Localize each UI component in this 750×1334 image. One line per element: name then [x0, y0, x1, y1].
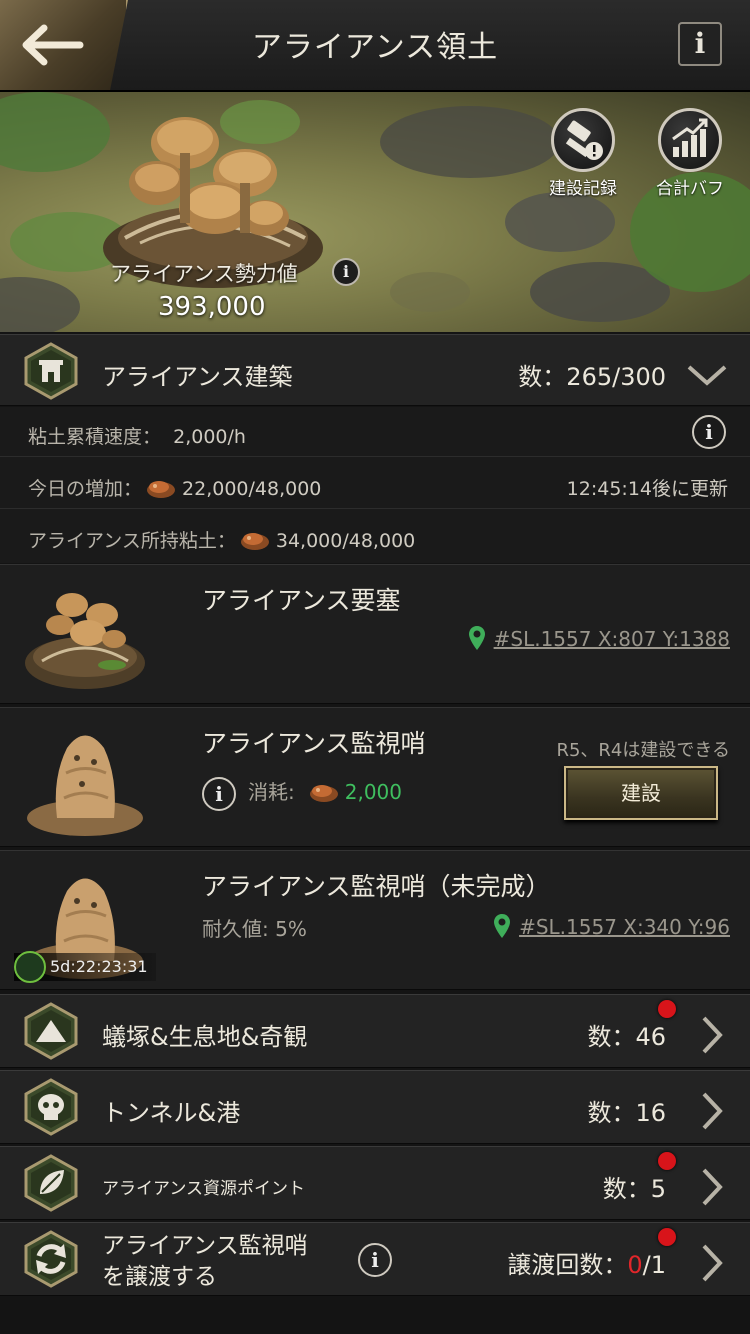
- menu-title-line1: アライアンス監視哨: [102, 1233, 308, 1259]
- owned-value: 34,000/48,000: [275, 530, 416, 552]
- building-name: アライアンス要塞: [202, 586, 401, 615]
- alliance-buildings-title: アライアンス建築: [102, 363, 293, 391]
- power-info-button[interactable]: i: [332, 258, 360, 286]
- info-button[interactable]: i: [678, 22, 722, 66]
- clay-icon: [309, 785, 338, 802]
- page-title: アライアンス領土: [251, 30, 499, 65]
- build-button[interactable]: 建設: [564, 766, 718, 820]
- building-card-watchtower-incomplete[interactable]: 5d:22:23:31 アライアンス監視哨（未完成） 耐久値: 5% #SL.1…: [0, 850, 750, 990]
- owned-label: アライアンス所持粘土：: [28, 530, 236, 552]
- bottom-spacer: [0, 1298, 750, 1334]
- menu-title: トンネル&港: [102, 1099, 241, 1127]
- transfer-info-button[interactable]: i: [358, 1243, 392, 1277]
- build-log-button[interactable]: 建設記録: [548, 108, 618, 199]
- total-buff-label: 合計バフ: [656, 179, 724, 199]
- location-pin-icon: [494, 914, 511, 938]
- clay-info-panel: 粘土累積速度： 2,000/h i 今日の増加： 22,000/48,000 12…: [0, 407, 750, 563]
- menu-count: 数：46: [587, 1023, 666, 1051]
- mountain-emblem-icon: [24, 1002, 78, 1060]
- building-card-watchtower[interactable]: アライアンス監視哨 i 消耗: 2,000 R5、R4は建設できる 建設: [0, 707, 750, 847]
- owned-clay-row: アライアンス所持粘土： 34,000/48,000: [0, 511, 750, 561]
- notification-badge: [658, 1000, 676, 1018]
- menu-row-tunnels[interactable]: トンネル&港 数：16: [0, 1070, 750, 1144]
- transfer-count-used: 0: [627, 1251, 643, 1279]
- watchtower-info-button[interactable]: i: [202, 776, 236, 811]
- build-log-label: 建設記録: [549, 179, 617, 199]
- building-card-fortress[interactable]: アライアンス要塞 #SL.1557 X:807 Y:1388: [0, 564, 750, 704]
- fortress-icon: [25, 593, 145, 689]
- today-value: 22,000/48,000: [182, 478, 322, 500]
- cost-row: i 消耗: 2,000: [202, 776, 402, 811]
- clay-icon: [147, 481, 176, 498]
- watchtower-icon: [27, 735, 143, 836]
- leaf-emblem-icon: [24, 1154, 78, 1212]
- notification-badge: [658, 1228, 676, 1246]
- hammer-alert-icon: [551, 108, 615, 172]
- alliance-buildings-header[interactable]: アライアンス建築 数：265/300: [0, 334, 750, 406]
- coordinate-text: #SL.1557 X:340 Y:96: [519, 915, 730, 939]
- transfer-emblem-icon: [24, 1230, 78, 1288]
- coordinate-link[interactable]: #SL.1557 X:807 Y:1388: [468, 625, 730, 651]
- alliance-buildings-count: 数：265/300: [518, 363, 666, 391]
- menu-row-resource-points[interactable]: アライアンス資源ポイント 数：5: [0, 1146, 750, 1220]
- cost-label: 消耗:: [248, 780, 295, 804]
- transfer-count: 譲渡回数：0/1: [507, 1245, 666, 1280]
- hammer-icon: [14, 951, 46, 983]
- today-label: 今日の増加：: [28, 478, 143, 500]
- chevron-right-icon[interactable]: [700, 1243, 724, 1283]
- coordinate-text: #SL.1557 X:807 Y:1388: [493, 627, 730, 651]
- timer-text: 5d:22:23:31: [50, 957, 148, 976]
- menu-count: 数：16: [587, 1099, 666, 1127]
- menu-row-anthills[interactable]: 蟻塚&生息地&奇観 数：46: [0, 994, 750, 1068]
- cost-value: 2,000: [344, 780, 403, 804]
- clay-rate-label: 粘土累積速度：: [28, 426, 162, 448]
- territory-banner: アライアンス勢力値 i 393,000 建設記録 合計バフ: [0, 92, 750, 332]
- notification-badge: [658, 1152, 676, 1170]
- clay-rate-row: 粘土累積速度： 2,000/h i: [0, 407, 750, 457]
- alliance-power-label: アライアンス勢力値: [110, 262, 298, 286]
- today-increase-row: 今日の増加： 22,000/48,000 12:45:14後に更新: [0, 459, 750, 509]
- menu-title: アライアンス資源ポイント: [102, 1179, 305, 1199]
- transfer-count-total: /1: [642, 1251, 666, 1279]
- chevron-right-icon[interactable]: [700, 1091, 724, 1131]
- building-name: アライアンス監視哨（未完成）: [202, 872, 551, 901]
- bar-chart-icon: [658, 108, 722, 172]
- construction-timer: 5d:22:23:31: [14, 951, 156, 983]
- location-pin-icon: [468, 626, 485, 650]
- skull-emblem-icon: [24, 1078, 78, 1136]
- building-name: アライアンス監視哨: [202, 729, 426, 758]
- menu-count: 数：5: [602, 1175, 666, 1203]
- menu-title: アライアンス監視哨 を譲渡する: [102, 1231, 308, 1293]
- clay-rate-value: 2,000/h: [173, 426, 246, 448]
- menu-title-line2: を譲渡する: [102, 1264, 217, 1290]
- menu-row-transfer-watchtower[interactable]: アライアンス監視哨 を譲渡する i 譲渡回数：0/1: [0, 1222, 750, 1296]
- top-bar: アライアンス領土 i: [0, 0, 750, 92]
- total-buff-button[interactable]: 合計バフ: [655, 108, 725, 199]
- chevron-right-icon[interactable]: [700, 1015, 724, 1055]
- durability-text: 耐久値: 5%: [202, 917, 307, 941]
- menu-title: 蟻塚&生息地&奇観: [102, 1023, 308, 1051]
- clay-info-button[interactable]: i: [692, 415, 726, 449]
- build-permission-note: R5、R4は建設できる: [556, 740, 730, 761]
- building-emblem-icon: [24, 342, 78, 400]
- alliance-power-value: 393,000: [158, 292, 266, 322]
- coordinate-link[interactable]: #SL.1557 X:340 Y:96: [493, 913, 730, 939]
- clay-icon: [240, 533, 269, 550]
- transfer-count-label: 譲渡回数：: [507, 1251, 628, 1279]
- chevron-down-icon[interactable]: [686, 363, 728, 387]
- chevron-right-icon[interactable]: [700, 1167, 724, 1207]
- refresh-timer: 12:45:14後に更新: [566, 478, 728, 500]
